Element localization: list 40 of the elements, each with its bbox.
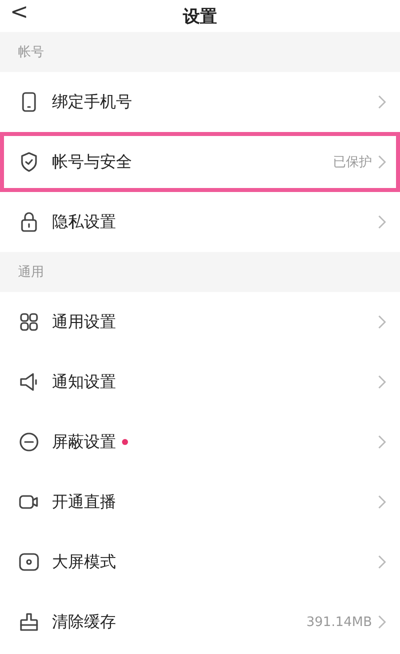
shield-icon <box>18 151 40 173</box>
item-label: 绑定手机号 <box>52 92 132 112</box>
item-label: 屏蔽设置 <box>52 432 116 452</box>
settings-item[interactable]: 帐号与安全 已保护 <box>0 132 400 192</box>
chevron-icon <box>378 435 386 449</box>
section-title: 通用 <box>18 264 44 281</box>
chevron-icon <box>378 155 386 169</box>
chevron-icon <box>378 555 386 569</box>
item-label: 开通直播 <box>52 492 116 512</box>
item-value: 391.14MB <box>306 614 372 630</box>
section-title: 帐号 <box>18 44 44 61</box>
item-label: 隐私设置 <box>52 212 116 232</box>
chevron-icon <box>378 315 386 329</box>
item-label: 通用设置 <box>52 312 116 332</box>
item-value: 已保护 <box>333 154 372 171</box>
lock-icon <box>18 211 40 233</box>
chevron-icon <box>378 95 386 109</box>
settings-item[interactable]: 清除缓存 391.14MB <box>0 592 400 652</box>
item-label: 帐号与安全 <box>52 152 132 172</box>
item-label: 大屏模式 <box>52 552 116 572</box>
grid-icon <box>18 311 40 333</box>
brush-icon <box>18 611 40 633</box>
settings-item[interactable]: 隐私设置 <box>0 192 400 252</box>
chevron-icon <box>378 375 386 389</box>
minus-circle-icon <box>18 431 40 453</box>
settings-item[interactable]: 通知设置 <box>0 352 400 412</box>
settings-item[interactable]: 大屏模式 <box>0 532 400 592</box>
chevron-icon <box>378 615 386 629</box>
play-icon <box>18 551 40 573</box>
settings-item[interactable]: 开通直播 <box>0 472 400 532</box>
back-button[interactable]: < <box>10 0 28 26</box>
chevron-icon <box>378 215 386 229</box>
page-title: 设置 <box>183 6 217 28</box>
settings-item[interactable]: 屏蔽设置 <box>0 412 400 472</box>
settings-item[interactable]: 通用设置 <box>0 292 400 352</box>
item-label: 清除缓存 <box>52 612 116 632</box>
settings-item[interactable]: 绑定手机号 <box>0 72 400 132</box>
item-label: 通知设置 <box>52 372 116 392</box>
chevron-icon <box>378 495 386 509</box>
speaker-icon <box>18 371 40 393</box>
